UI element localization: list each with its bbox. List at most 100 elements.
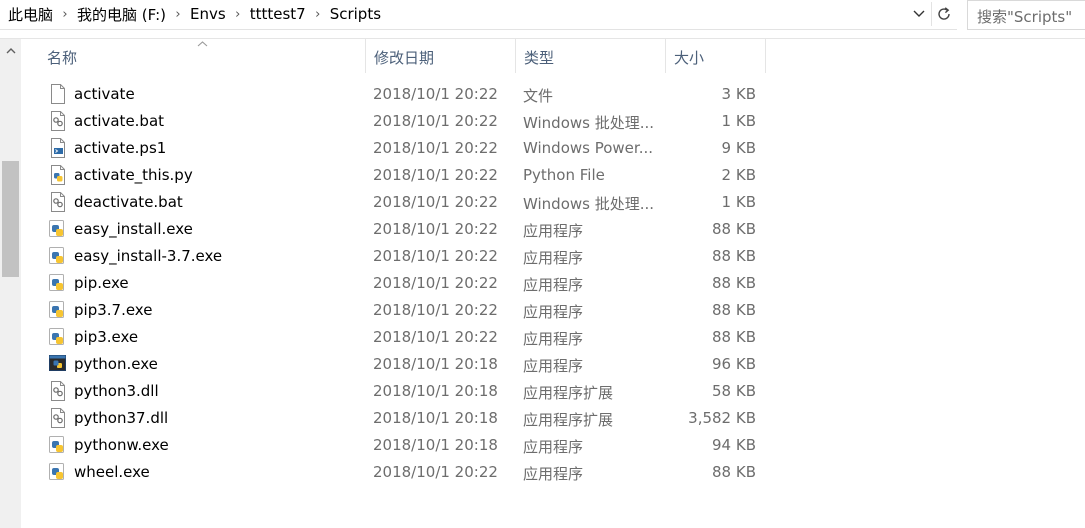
address-bar-area: 此电脑 › 我的电脑 (F:) › Envs › ttttest7 › Scri… <box>0 0 1085 30</box>
file-row[interactable]: easy_install.exe 2018/10/1 20:22 应用程序 88… <box>21 216 771 243</box>
file-name: easy_install-3.7.exe <box>74 247 223 265</box>
file-row[interactable]: python3.dll 2018/10/1 20:18 应用程序扩展 58 KB <box>21 378 771 405</box>
file-name: activate_this.py <box>74 166 193 184</box>
file-size: 96 KB <box>712 355 756 373</box>
file-date-modified: 2018/10/1 20:22 <box>373 463 498 481</box>
file-row[interactable]: easy_install-3.7.exe 2018/10/1 20:22 应用程… <box>21 243 771 270</box>
file-size: 88 KB <box>712 328 756 346</box>
file-date-modified: 2018/10/1 20:18 <box>373 436 498 454</box>
file-date-modified: 2018/10/1 20:22 <box>373 274 498 292</box>
file-name: pip3.7.exe <box>74 301 153 319</box>
file-date-modified: 2018/10/1 20:22 <box>373 301 498 319</box>
sort-ascending-caret-icon <box>197 39 208 50</box>
file-type: Windows 批处理... <box>523 195 655 213</box>
file-row[interactable]: activate 2018/10/1 20:22 文件 3 KB <box>21 81 771 108</box>
file-type: 应用程序 <box>523 222 584 240</box>
breadcrumb-chevron-icon[interactable]: › <box>53 7 77 22</box>
file-date-modified: 2018/10/1 20:22 <box>373 139 498 157</box>
file-row[interactable]: python.exe 2018/10/1 20:18 应用程序 96 KB <box>21 351 771 378</box>
file-size: 9 KB <box>721 139 756 157</box>
python-exe-icon <box>49 219 67 239</box>
breadcrumb-ttttest7[interactable]: ttttest7 <box>250 5 306 23</box>
file-name: pythonw.exe <box>74 436 169 454</box>
file-name: python37.dll <box>74 409 169 427</box>
file-name: easy_install.exe <box>74 220 193 238</box>
file-size: 1 KB <box>721 112 756 130</box>
file-row[interactable]: activate_this.py 2018/10/1 20:22 Python … <box>21 162 771 189</box>
column-header: 名称 修改日期 类型 大小 <box>21 39 771 73</box>
search-input[interactable]: 搜索"Scripts" <box>967 0 1085 30</box>
file-type: 应用程序 <box>523 465 584 483</box>
file-size: 88 KB <box>712 274 756 292</box>
file-name: python3.dll <box>74 382 159 400</box>
python-exe-icon <box>49 246 67 266</box>
file-date-modified: 2018/10/1 20:22 <box>373 112 498 130</box>
file-type: 应用程序 <box>523 330 584 348</box>
file-size: 88 KB <box>712 247 756 265</box>
column-date-modified[interactable]: 修改日期 <box>365 39 515 73</box>
python-console-icon <box>49 354 67 374</box>
file-row[interactable]: activate.ps1 2018/10/1 20:22 Windows Pow… <box>21 135 771 162</box>
file-size: 94 KB <box>712 436 756 454</box>
breadcrumb-chevron-icon[interactable]: › <box>226 7 250 22</box>
python-exe-icon <box>49 462 67 482</box>
file-row[interactable]: wheel.exe 2018/10/1 20:22 应用程序 88 KB <box>21 459 771 486</box>
vertical-scrollbar[interactable] <box>0 39 21 528</box>
file-type: 应用程序扩展 <box>523 411 614 429</box>
scroll-up-arrow-icon[interactable] <box>0 41 21 59</box>
file-row[interactable]: pip3.7.exe 2018/10/1 20:22 应用程序 88 KB <box>21 297 771 324</box>
file-date-modified: 2018/10/1 20:18 <box>373 382 498 400</box>
file-date-modified: 2018/10/1 20:18 <box>373 409 498 427</box>
file-size: 3,582 KB <box>688 409 756 427</box>
dll-file-icon <box>49 381 67 401</box>
file-name: wheel.exe <box>74 463 150 481</box>
file-name: pip3.exe <box>74 328 139 346</box>
file-size: 2 KB <box>721 166 756 184</box>
file-row[interactable]: pip.exe 2018/10/1 20:22 应用程序 88 KB <box>21 270 771 297</box>
batch-file-icon <box>49 192 67 212</box>
address-bar[interactable]: 此电脑 › 我的电脑 (F:) › Envs › ttttest7 › Scri… <box>0 0 957 30</box>
refresh-icon[interactable] <box>931 2 955 26</box>
breadcrumb-scripts[interactable]: Scripts <box>330 5 381 23</box>
address-history-chevron-down-icon[interactable] <box>908 3 930 25</box>
file-size: 58 KB <box>712 382 756 400</box>
file-row[interactable]: pythonw.exe 2018/10/1 20:18 应用程序 94 KB <box>21 432 771 459</box>
file-date-modified: 2018/10/1 20:22 <box>373 220 498 238</box>
file-name: pip.exe <box>74 274 129 292</box>
file-size: 3 KB <box>721 85 756 103</box>
search-placeholder: 搜索"Scripts" <box>977 8 1073 26</box>
file-size: 88 KB <box>712 301 756 319</box>
file-type: Windows 批处理... <box>523 114 655 132</box>
file-type: 应用程序 <box>523 357 584 375</box>
column-type[interactable]: 类型 <box>515 39 665 73</box>
file-type: 文件 <box>523 87 554 105</box>
file-name: activate.bat <box>74 112 165 130</box>
breadcrumb-drive-f[interactable]: 我的电脑 (F:) <box>77 4 166 25</box>
file-row[interactable]: python37.dll 2018/10/1 20:18 应用程序扩展 3,58… <box>21 405 771 432</box>
file-row[interactable]: pip3.exe 2018/10/1 20:22 应用程序 88 KB <box>21 324 771 351</box>
file-size: 1 KB <box>721 193 756 211</box>
file-date-modified: 2018/10/1 20:22 <box>373 328 498 346</box>
powershell-file-icon <box>49 138 67 158</box>
file-date-modified: 2018/10/1 20:22 <box>373 247 498 265</box>
python-exe-icon <box>49 435 67 455</box>
file-name: activate <box>74 85 135 103</box>
file-date-modified: 2018/10/1 20:18 <box>373 355 498 373</box>
file-size: 88 KB <box>712 220 756 238</box>
file-date-modified: 2018/10/1 20:22 <box>373 166 498 184</box>
breadcrumb-chevron-icon[interactable]: › <box>306 7 330 22</box>
file-date-modified: 2018/10/1 20:22 <box>373 193 498 211</box>
file-row[interactable]: activate.bat 2018/10/1 20:22 Windows 批处理… <box>21 108 771 135</box>
breadcrumb-this-pc[interactable]: 此电脑 <box>8 4 53 25</box>
file-list: activate 2018/10/1 20:22 文件 3 KB activat… <box>21 81 771 486</box>
scrollbar-thumb[interactable] <box>2 161 19 277</box>
python-exe-icon <box>49 300 67 320</box>
breadcrumb-envs[interactable]: Envs <box>190 5 226 23</box>
file-name: python.exe <box>74 355 158 373</box>
file-row[interactable]: deactivate.bat 2018/10/1 20:22 Windows 批… <box>21 189 771 216</box>
column-size[interactable]: 大小 <box>665 39 766 73</box>
file-name: deactivate.bat <box>74 193 183 211</box>
breadcrumb-chevron-icon[interactable]: › <box>166 7 190 22</box>
file-type: 应用程序 <box>523 276 584 294</box>
breadcrumb: 此电脑 › 我的电脑 (F:) › Envs › ttttest7 › Scri… <box>8 0 381 28</box>
